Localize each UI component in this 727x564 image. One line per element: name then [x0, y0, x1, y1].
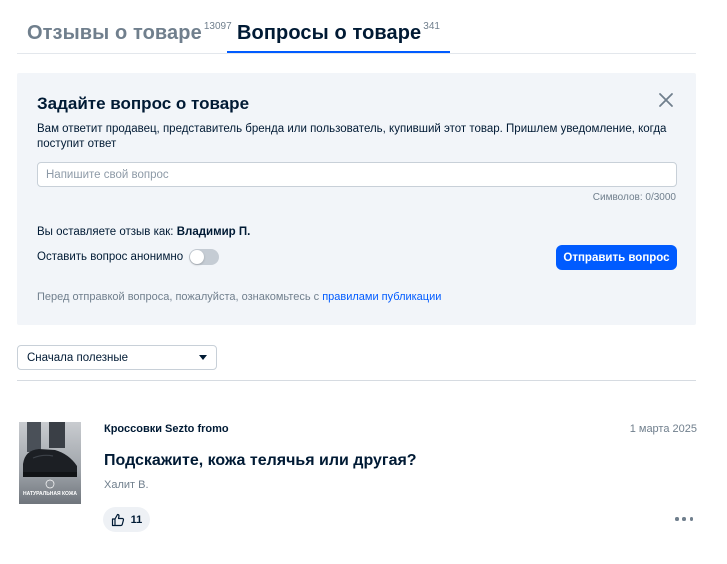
thumbs-up-icon [111, 513, 124, 526]
thumbnail-caption: Натуральная кожа [22, 491, 78, 497]
tab-questions-count: 341 [423, 21, 440, 32]
char-counter: Символов: 0/3000 [592, 192, 676, 203]
chevron-down-icon [199, 355, 207, 360]
send-question-button[interactable]: Отправить вопрос [556, 245, 677, 270]
like-button[interactable]: 11 [103, 507, 150, 532]
question-item: Натуральная кожа Кроссовки Sezto fromo 1… [17, 420, 697, 540]
sort-selected-label: Сначала полезные [27, 351, 128, 364]
divider [17, 380, 696, 381]
reviewer-prefix: Вы оставляете отзыв как: [37, 226, 174, 238]
ask-question-panel: Задайте вопрос о товаре Вам ответит прод… [17, 73, 696, 325]
more-dots-icon [675, 517, 679, 521]
anonymous-toggle[interactable] [189, 249, 220, 265]
like-count: 11 [130, 513, 143, 526]
more-options-button[interactable] [675, 514, 693, 524]
question-date: 1 марта 2025 [629, 423, 697, 435]
more-dots-icon [689, 517, 693, 521]
sort-select[interactable]: Сначала полезные [17, 345, 217, 370]
more-dots-icon [682, 517, 686, 521]
rules-link[interactable]: правилами публикации [322, 291, 441, 303]
rules-prefix: Перед отправкой вопроса, пожалуйста, озн… [37, 291, 320, 303]
anonymous-label: Оставить вопрос анонимно [37, 251, 184, 263]
ask-title: Задайте вопрос о товаре [37, 94, 250, 113]
tab-reviews-label: Отзывы о товаре [27, 22, 202, 44]
tab-questions-label: Вопросы о товаре [237, 22, 422, 44]
reviewer-line: Вы оставляете отзыв как: Владимир П. [37, 226, 250, 238]
ask-description: Вам ответит продавец, представитель брен… [37, 123, 667, 150]
question-author: Халит В. [104, 479, 149, 491]
anonymous-row: Оставить вопрос анонимно [37, 249, 220, 265]
product-name[interactable]: Кроссовки Sezto fromo [104, 423, 229, 435]
tabs-bar: Отзывы о товаре 13097 Вопросы о товаре 341 [17, 21, 696, 54]
question-text: Подскажите, кожа телячья или другая? [104, 452, 417, 469]
tab-questions[interactable]: Вопросы о товаре 341 [227, 21, 450, 53]
toggle-knob [190, 250, 205, 264]
tab-reviews[interactable]: Отзывы о товаре 13097 [27, 21, 232, 54]
product-thumbnail[interactable]: Натуральная кожа [19, 422, 81, 504]
rules-notice: Перед отправкой вопроса, пожалуйста, озн… [37, 291, 441, 303]
question-input[interactable] [37, 162, 677, 187]
reviewer-name: Владимир П. [176, 226, 251, 238]
close-icon [659, 93, 673, 107]
close-button[interactable] [657, 91, 675, 109]
